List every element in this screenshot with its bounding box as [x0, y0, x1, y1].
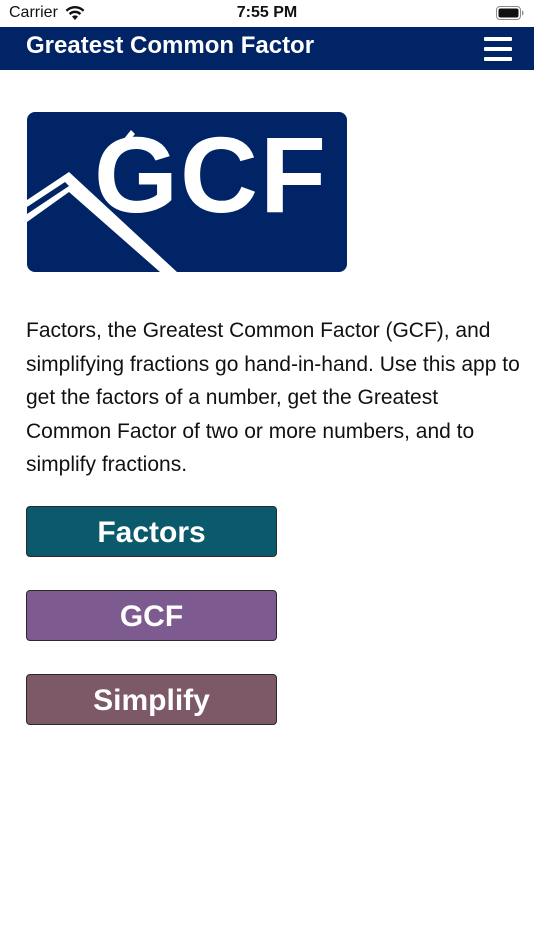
status-time: 7:55 PM	[236, 4, 298, 21]
screen: Carrier 7:55 PM Greatest Common Factor G…	[0, 0, 534, 950]
gcf-button[interactable]: GCF	[26, 590, 277, 641]
hamburger-menu-icon[interactable]	[482, 35, 514, 63]
logo-text: GCF	[94, 114, 328, 235]
navigation-bar: Greatest Common Factor	[0, 27, 534, 70]
status-bar: Carrier 7:55 PM	[0, 0, 534, 27]
battery-icon	[496, 6, 524, 20]
description-text: Factors, the Greatest Common Factor (GCF…	[26, 319, 520, 476]
factors-button[interactable]: Factors	[26, 506, 277, 557]
nav-title: Greatest Common Factor	[26, 32, 315, 59]
simplify-button[interactable]: Simplify	[26, 674, 277, 725]
